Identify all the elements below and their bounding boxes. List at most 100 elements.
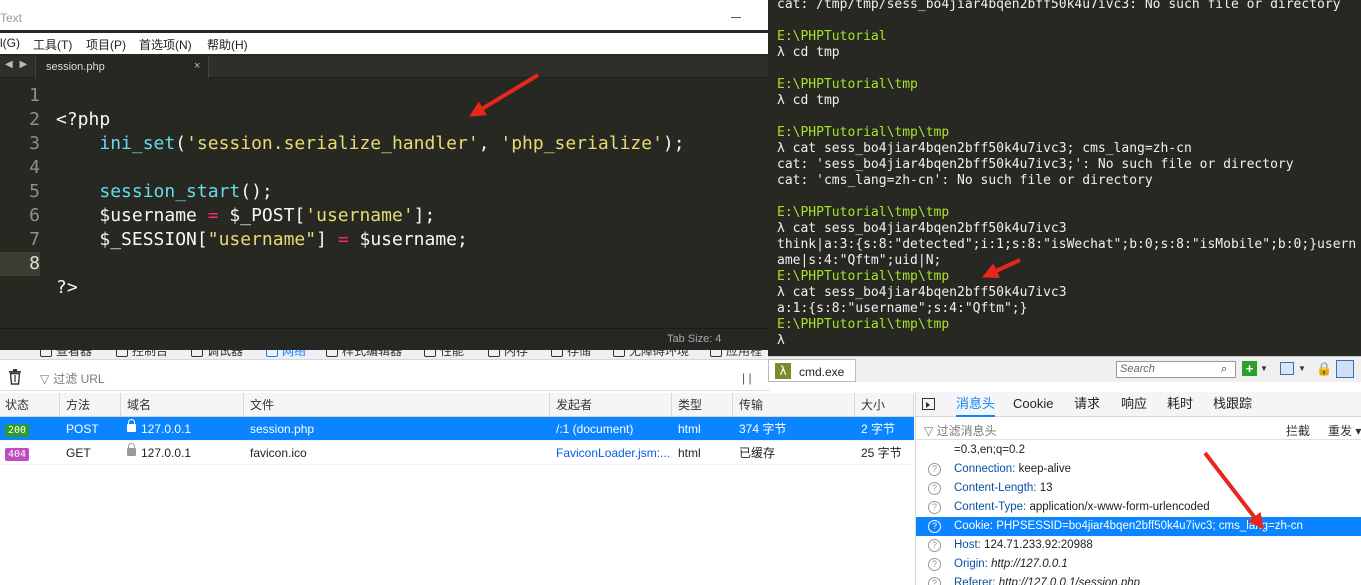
menu-item[interactable]: 首选项(N) (139, 36, 192, 53)
line-number: 3 (29, 133, 40, 154)
header-row[interactable]: ? Content-Length: 13 (916, 479, 1361, 498)
header-key: Cookie: (954, 520, 993, 532)
transfer-cell: 已缓存 (739, 446, 776, 460)
line-number: 7 (29, 229, 40, 250)
details-tab[interactable]: 耗时 (1167, 392, 1193, 417)
initiator-cell[interactable]: FaviconLoader.jsm:... (551, 441, 672, 465)
editor-window: Text l(G) 工具(T) 项目(P) 首选项(N) 帮助(H) ◀ ▶ sessi… (0, 0, 768, 350)
help-icon[interactable]: ? (928, 577, 941, 585)
help-icon[interactable]: ? (928, 539, 941, 552)
transfer-cell: 374 字节 (739, 422, 787, 436)
header-value: http://127.0.0.1 (991, 558, 1068, 570)
details-tab[interactable]: 响应 (1121, 392, 1147, 417)
terminal-search-input[interactable]: Search ⌕ (1116, 361, 1236, 378)
header-key: Connection: (954, 463, 1016, 475)
headers-filter-input[interactable]: ▽ 过滤消息头 (924, 422, 997, 439)
block-button[interactable]: 拦截 (1286, 422, 1310, 439)
header-name: =0.3,en;q=0.2 (954, 441, 1025, 460)
header-value: =0.3,en;q=0.2 (954, 444, 1025, 456)
filter-url-input[interactable]: ▽ 过滤 URL (40, 370, 105, 387)
tab-session-php[interactable]: session.php × (35, 56, 209, 78)
header-row[interactable]: ? Content-Type: application/x-www-form-ur… (916, 498, 1361, 517)
details-tab[interactable]: 栈跟踪 (1213, 392, 1252, 417)
column-transfer[interactable]: 传输 (734, 393, 855, 417)
editor-tab-bar: ◀ ▶ session.php × (0, 56, 768, 78)
code-line-3: ini_set('session.serialize_handler', 'ph… (99, 133, 685, 154)
domain-text: 127.0.0.1 (141, 446, 192, 460)
header-name: Content-Type: application/x-www-form-url… (954, 498, 1210, 517)
terminal-menu-icon[interactable] (1336, 360, 1354, 378)
details-tab[interactable]: 消息头 (956, 392, 996, 417)
minimize-icon[interactable] (731, 17, 741, 18)
header-value: 124.71.233.92:20988 (984, 539, 1093, 551)
terminal-prompt-path: E:\PHPTutorial\tmp\tmp (777, 205, 950, 220)
code-line-4: session_start(); (99, 181, 273, 202)
tab-size-indicator[interactable]: Tab Size: 4 (667, 333, 721, 345)
status-badge: 200 (5, 424, 30, 437)
line-number: 5 (29, 181, 40, 202)
header-key: Host: (954, 539, 981, 551)
header-name: Origin: http://127.0.0.1 (954, 555, 1068, 574)
help-icon[interactable]: ? (928, 501, 941, 514)
editor-status-bar: Tab Size: 4 (0, 328, 768, 350)
add-console-dropdown-icon[interactable]: ▼ (1260, 364, 1268, 373)
add-console-icon[interactable]: + (1242, 361, 1257, 376)
line-number: 4 (29, 157, 40, 178)
line-number: 2 (29, 109, 40, 130)
tab-cmd-exe[interactable]: λ cmd.exe (768, 359, 856, 382)
help-icon[interactable]: ? (928, 482, 941, 495)
column-initiator[interactable]: 发起者 (551, 393, 672, 417)
help-icon[interactable]: ? (928, 558, 941, 571)
header-key: Origin: (954, 558, 988, 570)
details-tab[interactable]: 请求 (1074, 392, 1100, 417)
column-method[interactable]: 方法 (61, 393, 121, 417)
terminal-prompt-path: E:\PHPTutorial\tmp\tmp (777, 125, 950, 140)
column-status[interactable]: 状态 (0, 393, 60, 417)
lock-icon[interactable]: 🔒 (1316, 361, 1332, 376)
view-layout-icon[interactable] (1280, 362, 1294, 375)
lambda-icon: λ (775, 363, 791, 379)
domain-text: 127.0.0.1 (141, 422, 192, 436)
header-row[interactable]: ? Host: 124.71.233.92:20988 (916, 536, 1361, 555)
menu-item[interactable]: l(G) (0, 36, 20, 50)
header-row[interactable]: ? Origin: http://127.0.0.1 (916, 555, 1361, 574)
close-tab-icon[interactable]: × (194, 60, 200, 72)
menu-item[interactable]: 项目(P) (86, 36, 126, 53)
line-number: 8 (0, 252, 40, 276)
header-row[interactable]: ? Cookie: PHPSESSID=bo4jiar4bqen2bff50k4u… (916, 517, 1361, 536)
terminal-window[interactable]: cat: /tmp/tmp/sess_bo4jiar4bqen2bff50k4u… (768, 0, 1361, 356)
column-domain[interactable]: 域名 (122, 393, 244, 417)
tab-nav-arrows-icon[interactable]: ◀ ▶ (5, 59, 29, 70)
resend-button[interactable]: 重发 ▾ (1328, 422, 1361, 439)
panel-toggle-icon[interactable] (922, 398, 935, 410)
column-file[interactable]: 文件 (245, 393, 550, 417)
header-row[interactable]: ? Referer: http://127.0.0.1/session.php (916, 574, 1361, 585)
menu-item[interactable]: 帮助(H) (207, 36, 248, 53)
header-value: 13 (1039, 482, 1053, 494)
header-name: Host: 124.71.233.92:20988 (954, 536, 1093, 555)
terminal-line: λ cat sess_bo4jiar4bqen2bff50k4u7ivc3 (777, 221, 1067, 236)
status-cell: 200 (0, 417, 60, 441)
table-row[interactable]: 200 POST 127.0.0.1 session.php /:1 (document… (0, 417, 914, 441)
headers-filter-bar[interactable]: ▽ 过滤消息头 拦截 重发 ▾ (916, 418, 1361, 440)
column-size[interactable]: 大小 (856, 393, 914, 417)
terminal-line: think|a:3:{s:8:"detected";i:1;s:8:"isWec… (777, 237, 1357, 252)
line-number: 6 (29, 205, 40, 226)
header-row[interactable]: ? Connection: keep-alive (916, 460, 1361, 479)
window-title: Text (0, 11, 23, 25)
trash-icon[interactable] (8, 369, 22, 385)
request-table: 状态 方法 域名 文件 发起者 类型 传输 大小 200 POST 127.0.0.… (0, 393, 914, 465)
details-tab[interactable]: Cookie (1013, 392, 1053, 417)
method-cell: POST (66, 422, 99, 436)
header-row[interactable]: =0.3,en;q=0.2 (916, 441, 1361, 460)
column-type[interactable]: 类型 (673, 393, 733, 417)
help-icon[interactable]: ? (928, 520, 941, 533)
help-icon[interactable]: ? (928, 463, 941, 476)
table-row[interactable]: 404 GET 127.0.0.1 favicon.ico FaviconLoader.… (0, 441, 914, 465)
view-dropdown-icon[interactable]: ▼ (1298, 364, 1306, 373)
tab-filename: session.php (46, 61, 105, 73)
pause-icon[interactable]: | | (742, 371, 752, 385)
menu-item[interactable]: 工具(T) (33, 36, 72, 53)
search-icon[interactable]: ⌕ (1221, 363, 1227, 376)
